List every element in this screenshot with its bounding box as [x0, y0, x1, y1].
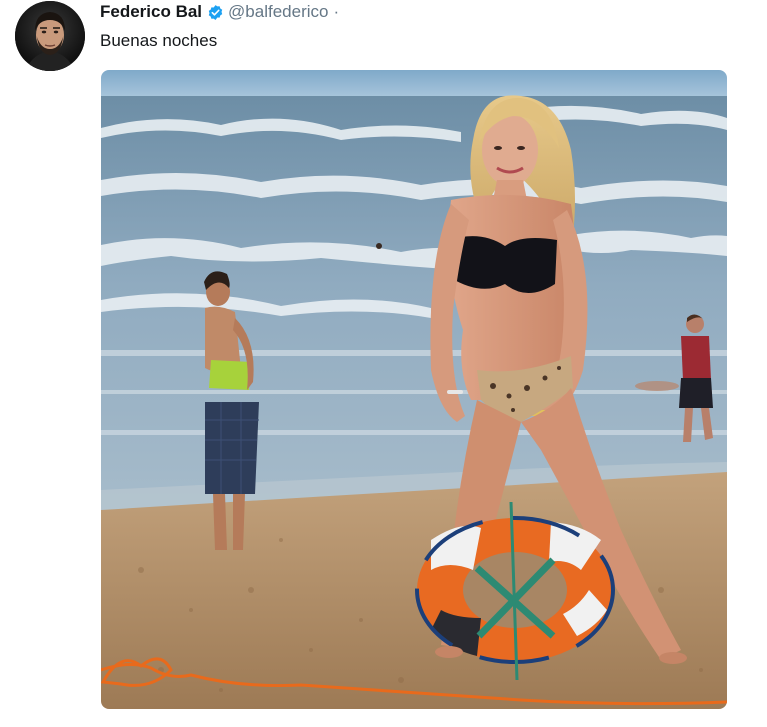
header-separator: · [333, 2, 340, 21]
author-handle[interactable]: @balfederico [228, 1, 328, 23]
tweet-photo[interactable] [101, 70, 727, 709]
avatar-image [15, 1, 85, 71]
author-display-name[interactable]: Federico Bal [100, 1, 202, 23]
verified-badge-icon [207, 4, 224, 21]
tweet-text: Buenas noches [100, 31, 218, 50]
author-avatar[interactable] [15, 1, 85, 71]
beach-photo-image [101, 70, 727, 709]
tweet-header: Federico Bal @balfederico · [100, 1, 339, 23]
tweet: Federico Bal @balfederico · Buenas noche… [0, 0, 767, 727]
